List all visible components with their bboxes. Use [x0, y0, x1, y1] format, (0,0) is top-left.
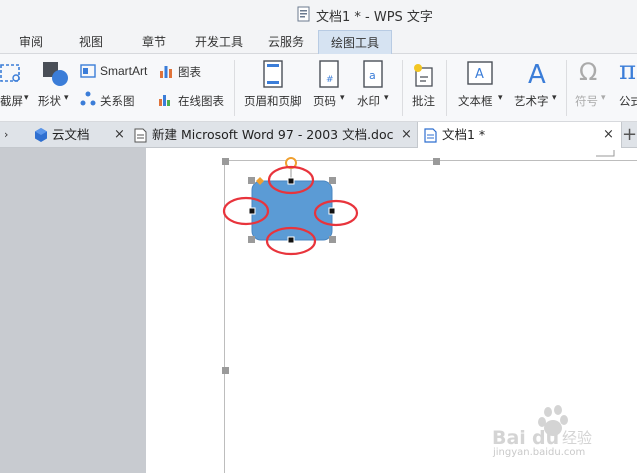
svg-text:Bai: Bai	[492, 427, 526, 449]
wps-doc-icon	[297, 6, 310, 22]
tab-drawing-tools[interactable]: 绘图工具	[318, 30, 392, 54]
formula-icon[interactable]: π	[619, 56, 636, 86]
comment-icon[interactable]	[412, 62, 436, 88]
header-footer-label[interactable]: 页眉和页脚	[244, 93, 302, 109]
shapes-label[interactable]: 形状	[38, 93, 61, 109]
tab-review[interactable]: 审阅	[12, 30, 50, 54]
svg-text:A: A	[528, 60, 546, 87]
resize-handle-bottom[interactable]	[287, 236, 295, 244]
relation-chart-label[interactable]: 关系图	[100, 93, 135, 109]
ribbon-separator	[402, 60, 403, 116]
watermark-url: jingyan.baidu.com	[493, 447, 586, 458]
doc-tab-word-doc[interactable]: 新建 Microsoft Word 97 - 2003 文档.doc	[130, 122, 410, 148]
smartart-icon[interactable]	[80, 64, 96, 78]
header-footer-icon[interactable]	[262, 60, 284, 88]
frame-resize-handle[interactable]	[433, 158, 440, 165]
close-tab-button[interactable]: ×	[401, 122, 412, 148]
ribbon-tab-bar: 审阅 视图 章节 开发工具 云服务 绘图工具	[0, 30, 637, 54]
tab-developer[interactable]: 开发工具	[190, 30, 248, 54]
online-chart-icon[interactable]	[158, 91, 174, 107]
cloud-docs-icon	[35, 128, 47, 142]
wps-doc-icon	[424, 128, 437, 143]
selected-shape-group[interactable]	[215, 150, 365, 260]
ribbon-toolbar: 截屏 ▾ 形状 ▾ SmartArt 图表 关系图 在线图表 页眉和页脚 # 页…	[0, 54, 637, 122]
close-tab-button[interactable]: ×	[603, 122, 614, 148]
document-tab-bar: › 云文档 × 新建 Microsoft Word 97 - 2003 文档.d…	[0, 122, 637, 148]
wordart-label[interactable]: 艺术字	[514, 93, 549, 109]
ribbon-separator	[234, 60, 235, 116]
formula-label[interactable]: 公式	[619, 93, 637, 109]
online-chart-label[interactable]: 在线图表	[178, 93, 224, 109]
new-tab-button[interactable]: +	[622, 122, 637, 148]
page-number-icon[interactable]: #	[318, 60, 340, 88]
watermark-label[interactable]: 水印	[357, 93, 380, 109]
textbox-label[interactable]: 文本框	[458, 93, 493, 109]
ribbon-separator	[566, 60, 567, 116]
title-bar: 文档1 * - WPS 文字	[0, 0, 637, 30]
symbol-label[interactable]: 符号	[575, 93, 598, 109]
tab-chapter[interactable]: 章节	[135, 30, 173, 54]
svg-text:#: #	[326, 75, 334, 85]
svg-text:du: du	[532, 427, 559, 449]
chart-label[interactable]: 图表	[178, 64, 201, 80]
svg-text:A: A	[475, 67, 484, 82]
resize-handle[interactable]	[248, 236, 255, 243]
relation-chart-icon[interactable]	[80, 91, 96, 107]
resize-handle[interactable]	[248, 177, 255, 184]
word-doc-tab-label: 新建 Microsoft Word 97 - 2003 文档.doc	[152, 127, 394, 142]
smartart-label[interactable]: SmartArt	[100, 64, 147, 78]
textbox-icon[interactable]: A	[467, 61, 493, 85]
screenshot-icon[interactable]	[0, 62, 22, 86]
tab-scroll-left[interactable]: ›	[0, 122, 16, 148]
frame-resize-handle[interactable]	[222, 367, 229, 374]
symbol-icon[interactable]: Ω	[579, 58, 597, 86]
window-title: 文档1 * - WPS 文字	[316, 10, 433, 25]
svg-text:a: a	[369, 69, 376, 82]
watermark-icon[interactable]: a	[362, 60, 384, 88]
doc-tab-doc1[interactable]: 文档1 * ×	[417, 122, 622, 148]
tab-cloud-service[interactable]: 云服务	[262, 30, 310, 54]
page-number-label[interactable]: 页码	[313, 93, 336, 109]
rounded-rectangle-shape[interactable]	[251, 180, 333, 241]
document-icon	[134, 128, 147, 143]
resize-handle[interactable]	[329, 236, 336, 243]
screenshot-label[interactable]: 截屏	[0, 93, 23, 109]
doc1-tab-label: 文档1 *	[442, 127, 486, 142]
shapes-dropdown-arrow[interactable]: ▾	[64, 93, 69, 103]
textbox-dropdown-arrow[interactable]: ▾	[498, 93, 503, 103]
ribbon-separator	[446, 60, 447, 116]
wordart-icon[interactable]: A	[526, 59, 550, 87]
symbol-dropdown-arrow[interactable]: ▾	[601, 93, 606, 103]
resize-handle-top[interactable]	[287, 177, 295, 185]
page-number-dropdown-arrow[interactable]: ▾	[340, 93, 345, 103]
svg-text:经验: 经验	[562, 429, 592, 447]
resize-handle-left[interactable]	[248, 207, 256, 215]
close-tab-button[interactable]: ×	[114, 122, 125, 148]
shapes-icon[interactable]	[42, 60, 70, 88]
page-corner-mark	[596, 150, 615, 157]
tab-view[interactable]: 视图	[72, 30, 110, 54]
screenshot-dropdown-arrow[interactable]: ▾	[24, 93, 29, 103]
watermark-dropdown-arrow[interactable]: ▾	[384, 93, 389, 103]
wordart-dropdown-arrow[interactable]: ▾	[552, 93, 557, 103]
doc-tab-cloud-docs[interactable]: 云文档	[30, 122, 120, 148]
comment-label[interactable]: 批注	[412, 93, 435, 109]
resize-handle[interactable]	[329, 177, 336, 184]
resize-handle-right[interactable]	[328, 207, 336, 215]
chart-icon[interactable]	[158, 63, 174, 79]
cloud-docs-tab-label: 云文档	[52, 127, 90, 142]
